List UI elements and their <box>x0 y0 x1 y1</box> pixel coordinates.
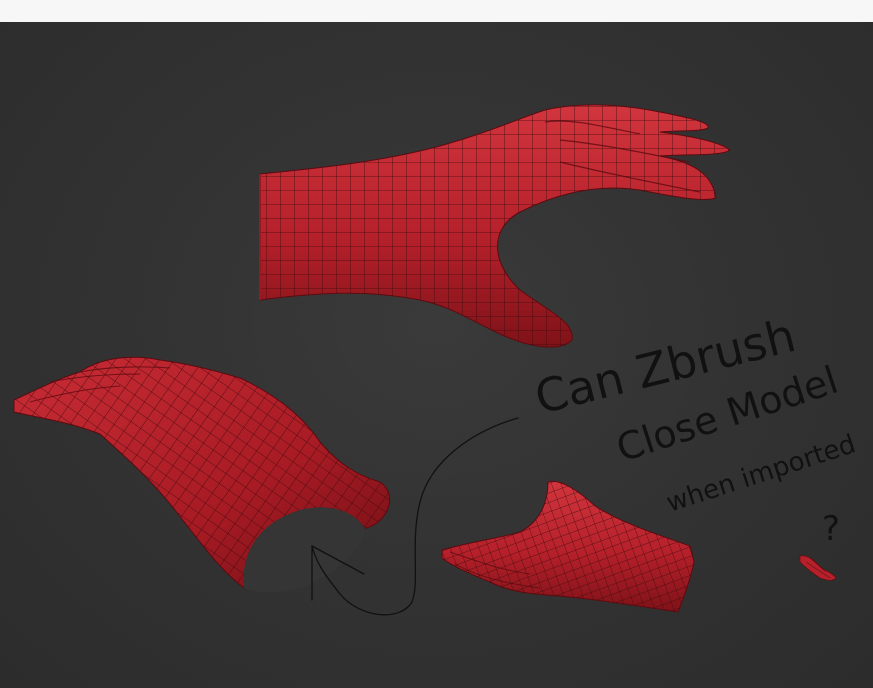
viewport-svg: Can Zbrush Close Model when imported ? <box>0 102 859 622</box>
viewport-canvas[interactable]: Can Zbrush Close Model when imported ? <box>0 22 873 688</box>
top-strip <box>0 0 873 22</box>
hand-mesh-small[interactable] <box>430 472 700 622</box>
annotation-line-4: ? <box>822 509 840 549</box>
zbrush-viewport-window: Can Zbrush Close Model when imported ? <box>0 0 873 688</box>
hand-mesh-top[interactable] <box>250 102 740 362</box>
hand-mini-icon <box>799 555 837 581</box>
hand-mesh-open-wrist[interactable] <box>0 342 400 602</box>
